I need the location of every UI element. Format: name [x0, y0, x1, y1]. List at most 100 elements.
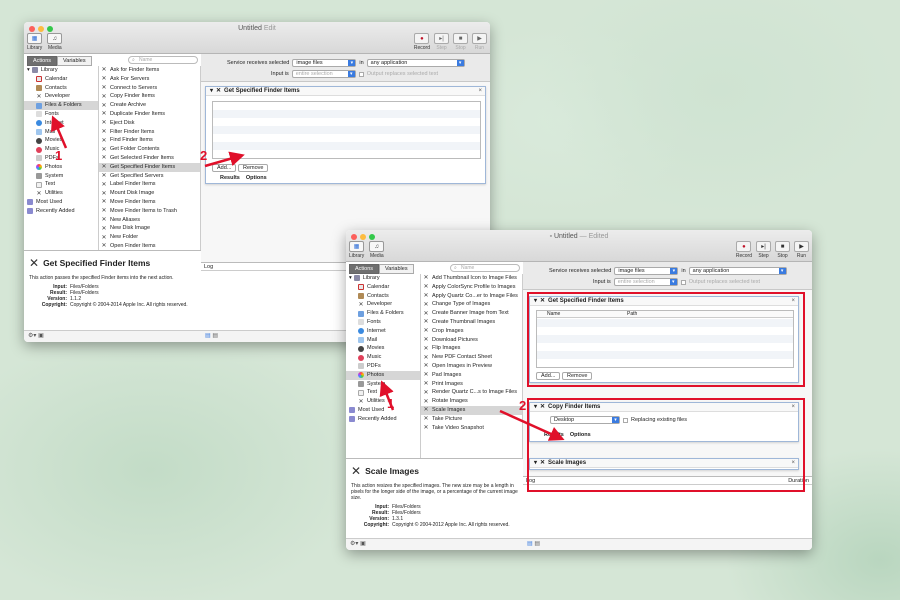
disclosure-triangle-icon[interactable]: ▾: [210, 87, 213, 96]
action-list-item[interactable]: ✕ Apply ColorSync Profile to Images: [421, 283, 522, 292]
sidebar-item-internet[interactable]: Internet: [346, 327, 420, 336]
action-list-item[interactable]: ✕ Get Selected Finder Items: [99, 154, 200, 163]
action-list-item[interactable]: ✕ Take Video Snapshot: [421, 424, 522, 433]
description-toggle-icon[interactable]: ▣: [38, 333, 44, 339]
action-list-item[interactable]: ✕ Render Quartz C...s to Image Files: [421, 388, 522, 397]
sidebar-item-system[interactable]: System: [346, 380, 420, 389]
list-view-icon[interactable]: ▤: [205, 333, 211, 339]
gear-menu-icon[interactable]: ⚙▾: [350, 541, 358, 547]
sidebar-item-most-used[interactable]: Most Used: [24, 198, 98, 207]
record-button[interactable]: ● Record: [736, 241, 752, 259]
action-list-item[interactable]: ✕ Create Thumbnail Images: [421, 318, 522, 327]
action-list-item[interactable]: ✕ Open Finder Items: [99, 242, 200, 250]
receives-select[interactable]: image files: [292, 59, 357, 67]
sidebar-item-most-used[interactable]: Most Used: [346, 406, 420, 415]
action-list-item[interactable]: ✕ Apply Quartz Co...er to Image Files: [421, 292, 522, 301]
action-list-item[interactable]: ✕ Crop Images: [421, 327, 522, 336]
search-input[interactable]: ⌕ Name: [450, 264, 520, 272]
library-toggle-button[interactable]: ▦ Library: [27, 33, 42, 51]
action-get-specified-finder-items[interactable]: ▾ ✕ Get Specified Finder Items × Add... Rem…: [205, 86, 486, 184]
input-is-select[interactable]: entire selection: [613, 278, 678, 286]
action-list-item[interactable]: ✕ Mount Disk Image: [99, 189, 200, 198]
media-button[interactable]: ♫ Media: [369, 241, 385, 259]
action-list-item[interactable]: ✕ New Folder: [99, 233, 200, 242]
action-list-item[interactable]: ✕ Eject Disk: [99, 119, 200, 128]
sidebar-item-recently-added[interactable]: Recently Added: [24, 207, 98, 216]
sidebar-item-movies[interactable]: Movies: [24, 136, 98, 145]
sidebar-item-photos[interactable]: Photos: [346, 370, 420, 380]
action-list-item[interactable]: ✕ Add Thumbnail Icon to Image Files: [421, 274, 522, 283]
action-list-item[interactable]: ✕ Create Banner Image from Text: [421, 309, 522, 318]
titlebar[interactable]: Untitled Edit ▦ Library ♫ Media ● Record ▸|…: [24, 22, 490, 54]
sidebar-item-contacts[interactable]: Contacts: [24, 84, 98, 93]
application-select[interactable]: any application: [688, 267, 787, 275]
titlebar[interactable]: ▫ Untitled — Edited ▦ Library ♫ Media ● Rec…: [346, 230, 812, 262]
sidebar-item-text[interactable]: Text: [24, 180, 98, 189]
sidebar-item-developer[interactable]: ✕ Developer: [346, 300, 420, 309]
input-is-select[interactable]: entire selection: [291, 70, 356, 78]
stop-button[interactable]: ■ Stop: [453, 33, 468, 51]
search-input[interactable]: ⌕ Name: [128, 56, 198, 64]
sidebar-item-text[interactable]: Text: [346, 388, 420, 397]
library-root[interactable]: ▾ Library: [24, 66, 98, 75]
action-list-item[interactable]: ✕ Open Images in Preview: [421, 362, 522, 371]
action-list-item[interactable]: ✕ Find Finder Items: [99, 136, 200, 145]
action-list-item[interactable]: ✕ Scale Images: [421, 405, 522, 415]
sidebar-item-mail[interactable]: Mail: [24, 128, 98, 137]
list-view-icon[interactable]: ▤: [527, 541, 533, 547]
action-list-item[interactable]: ✕ New Aliases: [99, 216, 200, 225]
sidebar-item-internet[interactable]: Internet: [24, 119, 98, 128]
tab-options[interactable]: Options: [246, 175, 267, 181]
tab-actions[interactable]: Actions: [349, 264, 380, 274]
sidebar-item-files-folders[interactable]: Files & Folders: [346, 309, 420, 318]
action-list-item[interactable]: ✕ Move Finder Items: [99, 198, 200, 207]
application-select[interactable]: any application: [366, 59, 465, 67]
tab-variables[interactable]: Variables: [379, 264, 414, 274]
sidebar-item-photos[interactable]: Photos: [24, 163, 98, 172]
remove-action-icon[interactable]: ×: [478, 87, 482, 96]
action-list-item[interactable]: ✕ Rotate Images: [421, 397, 522, 406]
output-replaces-checkbox[interactable]: [358, 71, 364, 77]
sidebar-item-system[interactable]: System: [24, 172, 98, 181]
action-list-item[interactable]: ✕ New PDF Contact Sheet: [421, 353, 522, 362]
tab-results[interactable]: Results: [220, 175, 240, 181]
add-button[interactable]: Add...: [212, 164, 237, 172]
sidebar-item-movies[interactable]: Movies: [346, 344, 420, 353]
action-list-item[interactable]: ✕ Create Archive: [99, 101, 200, 110]
sidebar-item-mail[interactable]: Mail: [346, 336, 420, 345]
sidebar-item-music[interactable]: Music: [346, 353, 420, 362]
actions-list[interactable]: ✕ Add Thumbnail Icon to Image Files ✕ Apply…: [421, 274, 523, 458]
action-list-item[interactable]: ✕ Download Pictures: [421, 336, 522, 345]
sidebar-item-developer[interactable]: ✕ Developer: [24, 92, 98, 101]
log-view-icon[interactable]: ▤: [212, 333, 218, 339]
action-list-item[interactable]: ✕ Pad Images: [421, 371, 522, 380]
sidebar-item-utilities[interactable]: ✕ Utilities: [24, 189, 98, 198]
sidebar-item-calendar[interactable]: Calendar: [24, 75, 98, 84]
run-button[interactable]: ▶ Run: [794, 241, 809, 259]
action-list-item[interactable]: ✕ Copy Finder Items: [99, 92, 200, 101]
library-root[interactable]: ▾ Library: [346, 274, 420, 283]
remove-button[interactable]: Remove: [238, 164, 269, 172]
action-list-item[interactable]: ✕ Move Finder Items to Trash: [99, 207, 200, 216]
run-button[interactable]: ▶ Run: [472, 33, 487, 51]
sidebar-item-files-folders[interactable]: Files & Folders: [24, 101, 98, 110]
action-list-item[interactable]: ✕ Ask for Finder Items: [99, 66, 200, 75]
sidebar-item-fonts[interactable]: Fonts: [24, 110, 98, 119]
step-button[interactable]: ▸| Step: [434, 33, 449, 51]
action-list-item[interactable]: ✕ Flip Images: [421, 344, 522, 353]
sidebar-item-recently-added[interactable]: Recently Added: [346, 415, 420, 424]
record-button[interactable]: ● Record: [414, 33, 430, 51]
action-list-item[interactable]: ✕ Take Picture: [421, 415, 522, 424]
sidebar-item-pdfs[interactable]: PDFs: [346, 362, 420, 371]
tab-actions[interactable]: Actions: [27, 56, 58, 66]
items-table[interactable]: [212, 101, 481, 159]
action-list-item[interactable]: ✕ Get Specified Servers: [99, 172, 200, 181]
sidebar-item-calendar[interactable]: Calendar: [346, 283, 420, 292]
tab-variables[interactable]: Variables: [57, 56, 92, 66]
library-list[interactable]: ▾ Library Calendar Contacts ✕ Developer Fi…: [346, 274, 421, 458]
library-toggle-button[interactable]: ▦ Library: [349, 241, 364, 259]
sidebar-item-utilities[interactable]: ✕ Utilities: [346, 397, 420, 406]
action-list-item[interactable]: ✕ New Disk Image: [99, 224, 200, 233]
sidebar-item-fonts[interactable]: Fonts: [346, 318, 420, 327]
step-button[interactable]: ▸| Step: [756, 241, 771, 259]
